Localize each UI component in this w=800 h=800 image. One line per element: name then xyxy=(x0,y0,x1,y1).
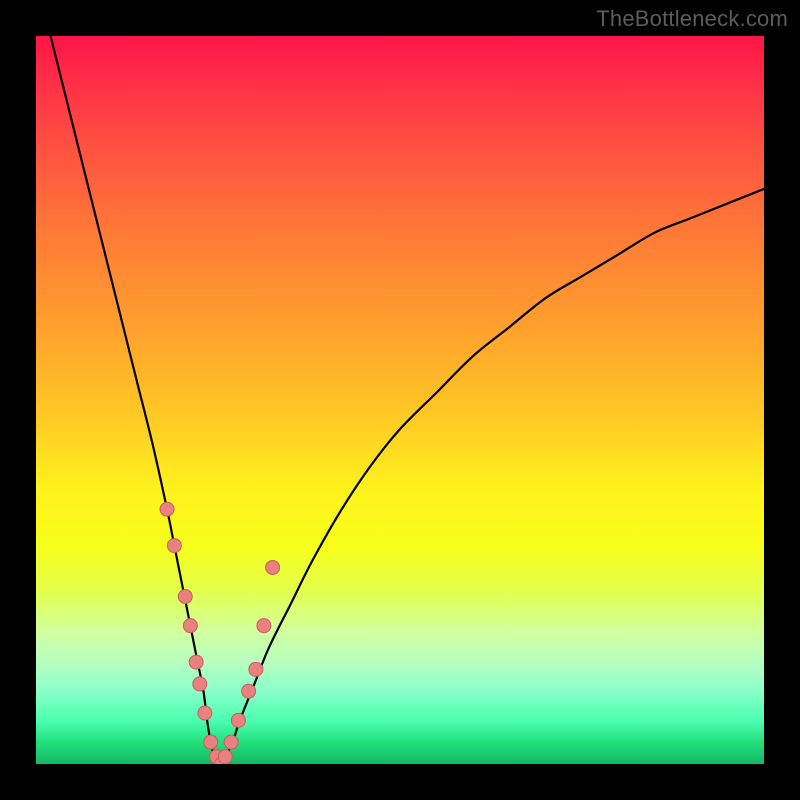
sample-point xyxy=(266,560,280,574)
sample-point xyxy=(183,619,197,633)
sample-point xyxy=(231,713,245,727)
sample-point xyxy=(218,750,232,764)
sample-point xyxy=(204,735,218,749)
plot-area xyxy=(36,36,764,764)
sample-point xyxy=(160,502,174,516)
chart-frame: TheBottleneck.com xyxy=(0,0,800,800)
sample-point xyxy=(193,677,207,691)
watermark-label: TheBottleneck.com xyxy=(596,6,788,32)
sample-point xyxy=(242,684,256,698)
sample-point xyxy=(167,539,181,553)
sample-point xyxy=(189,655,203,669)
markers-layer xyxy=(36,36,764,764)
sample-point xyxy=(249,662,263,676)
sample-point xyxy=(224,735,238,749)
sample-point xyxy=(178,590,192,604)
sample-point xyxy=(198,706,212,720)
sample-point xyxy=(257,619,271,633)
